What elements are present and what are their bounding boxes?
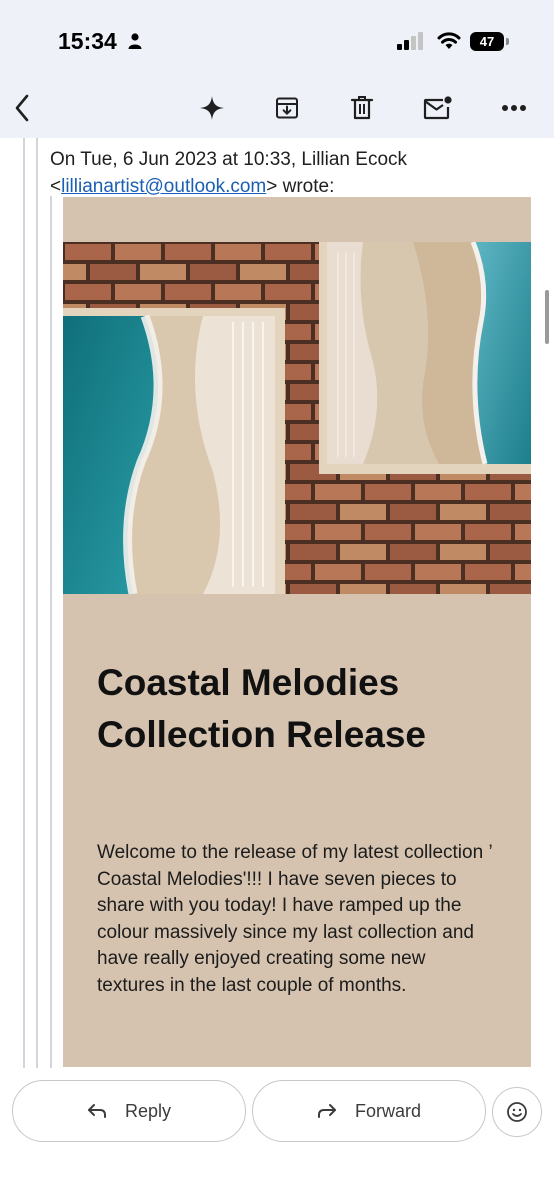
forward-label: Forward (354, 1100, 421, 1121)
promo-title-line2: Collection Release (97, 714, 427, 755)
archive-button[interactable] (267, 90, 307, 126)
back-button[interactable] (2, 90, 42, 126)
status-time: 15:34 (58, 28, 117, 54)
email-close-bracket: > wrote: (266, 176, 335, 197)
quote-line (23, 138, 25, 1068)
email-open-bracket: < (50, 176, 62, 197)
promo-body: Welcome to the release of my latest coll… (97, 842, 492, 996)
wifi-icon (437, 32, 461, 49)
battery-cap (506, 38, 509, 45)
smiley-icon (507, 1102, 527, 1122)
forward-button[interactable]: Forward (252, 1080, 486, 1142)
reply-label: Reply (124, 1100, 172, 1121)
promo-title: Coastal Melodies Collection Release (97, 657, 517, 761)
reply-icon (87, 1104, 106, 1118)
battery-icon: 47 (470, 32, 510, 51)
summarize-button[interactable] (192, 90, 232, 126)
emoji-reaction-button[interactable] (492, 1087, 542, 1137)
back-icon (15, 94, 29, 122)
signal-icon (397, 32, 423, 50)
reply-button[interactable]: Reply (12, 1080, 246, 1142)
quoted-message-header: On Tue, 6 Jun 2023 at 10:33, Lillian Eco… (50, 146, 530, 200)
status-bar: 15:34 47 (0, 0, 554, 80)
scrollbar-thumb[interactable] (545, 290, 549, 344)
battery-level: 47 (470, 32, 504, 51)
delete-button[interactable] (342, 90, 382, 126)
sender-email-link[interactable]: lillianartist@outlook.com (61, 176, 266, 197)
bottom-action-bar: Reply Forward (0, 1068, 554, 1200)
email-toolbar (0, 80, 554, 138)
more-options-button[interactable] (494, 90, 534, 126)
trash-icon (350, 96, 374, 120)
quote-intro: On Tue, 6 Jun 2023 at 10:33, Lillian Eco… (50, 149, 408, 170)
archive-icon (276, 97, 298, 119)
quote-line (50, 196, 52, 1068)
mark-unread-icon (423, 96, 452, 120)
quote-line (36, 138, 38, 1068)
mark-unread-button[interactable] (418, 90, 458, 126)
promo-title-line1: Coastal Melodies (97, 662, 400, 703)
sparkle-icon (200, 96, 224, 120)
more-icon (502, 105, 526, 111)
newsletter-content: Coastal Melodies Collection Release Welc… (63, 197, 531, 1067)
artwork-photo[interactable] (63, 242, 531, 594)
person-icon (128, 33, 142, 49)
forward-icon (317, 1104, 336, 1118)
quote-sender-line: <lillianartist@outlook.com> wrote: (50, 173, 530, 200)
